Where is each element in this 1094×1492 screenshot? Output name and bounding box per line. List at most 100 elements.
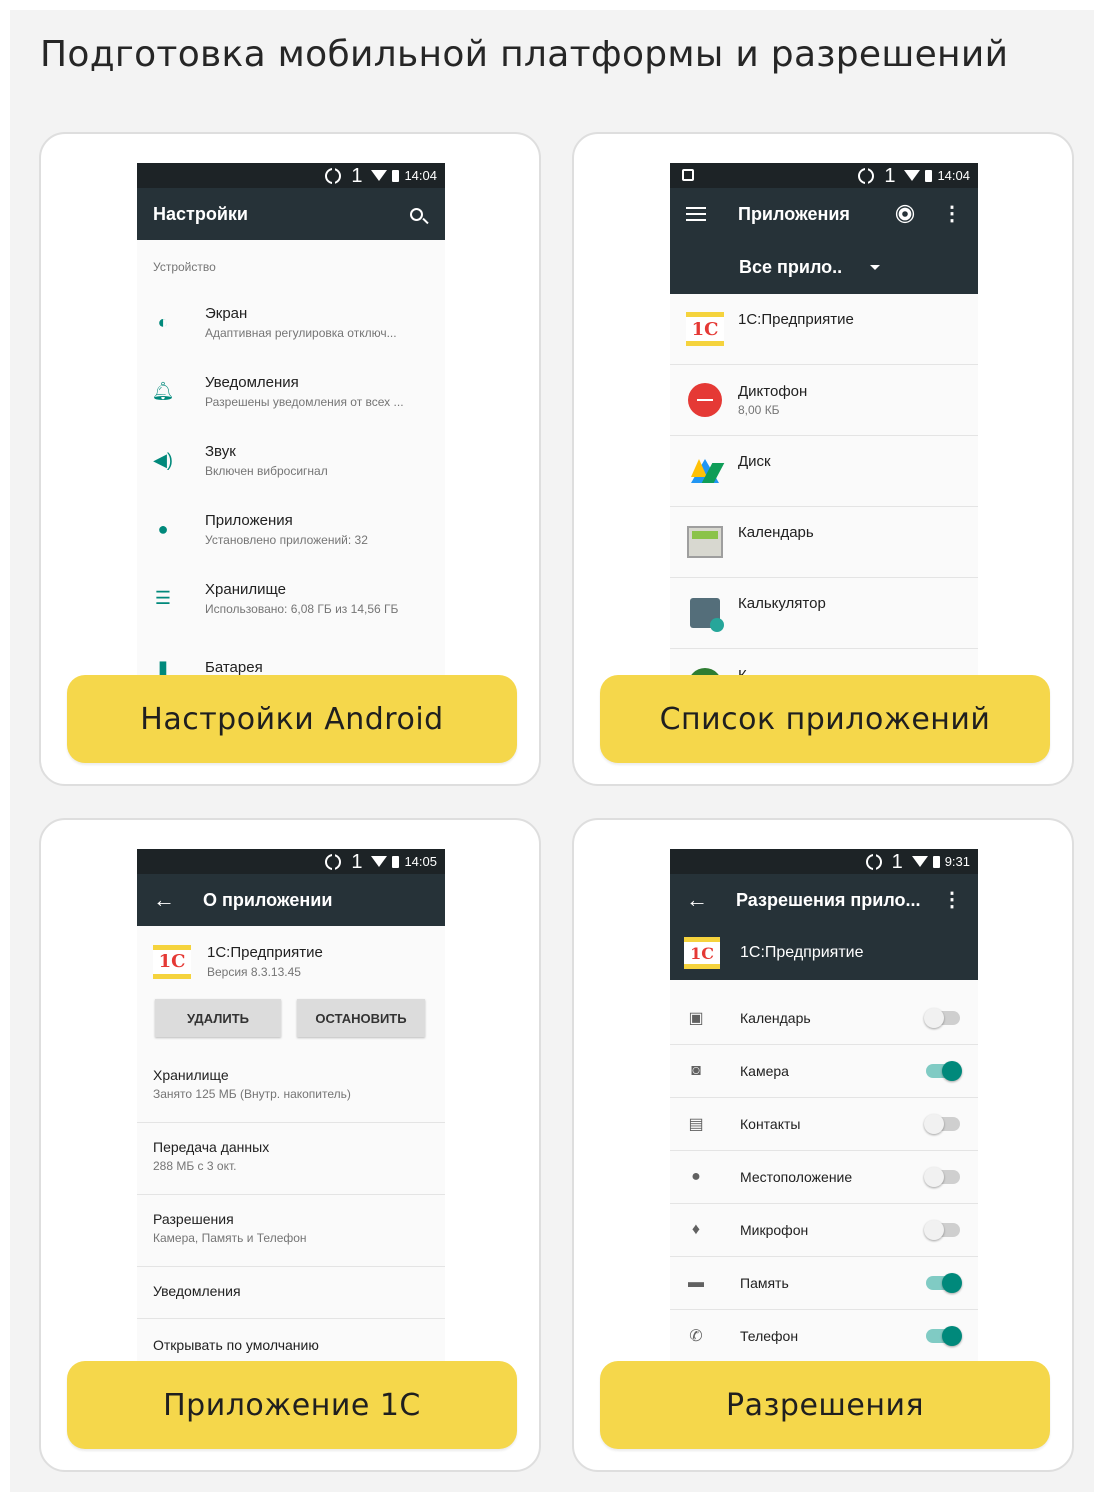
app-item-calendar[interactable]: Календарь	[670, 507, 978, 578]
info-item-open-by-default[interactable]: Открывать по умолчанию	[137, 1319, 445, 1361]
recorder-icon	[688, 383, 722, 417]
gear-icon[interactable]	[898, 207, 912, 221]
brightness-icon: ◐	[157, 312, 169, 332]
app-bar-title: О приложении	[203, 889, 333, 910]
filter-label: Все прило..	[739, 256, 843, 277]
app-icon-slot	[686, 666, 724, 675]
app-item-title: Календарь	[738, 524, 814, 541]
app-item-drive[interactable]: Диск	[670, 436, 978, 507]
settings-item-sound[interactable]: ◀) Звук Включен вибросигнал	[137, 426, 445, 495]
action-buttons: УДАЛИТЬ ОСТАНОВИТЬ	[137, 989, 445, 1051]
battery-icon	[392, 855, 400, 868]
permission-row-camera[interactable]: ◙ Камера	[670, 1045, 978, 1098]
phone-screen-apps: 1 14:04 Приложения ⋮ Все прило.. 1С 1С:П…	[670, 163, 978, 675]
app-item-title: 1С:Предприятие	[738, 311, 854, 328]
settings-item-battery[interactable]: ▮ Батарея	[137, 633, 445, 675]
app-item-title: Калькулятор	[738, 595, 826, 612]
sim-indicator: 1	[351, 850, 363, 873]
back-arrow-icon[interactable]: ←	[153, 887, 175, 913]
sync-icon	[865, 853, 882, 871]
settings-item-subtitle: Установлено приложений: 32	[205, 533, 368, 547]
battery-icon	[925, 169, 933, 182]
status-bar: 1 14:04	[137, 163, 445, 188]
microphone-icon: ♦	[691, 1221, 701, 1238]
settings-item-subtitle: Включен вибросигнал	[205, 464, 328, 478]
drive-icon	[691, 459, 719, 483]
permission-row-calendar[interactable]: ▣ Календарь	[670, 992, 978, 1045]
permission-toggle[interactable]	[924, 1220, 960, 1240]
uninstall-button[interactable]: УДАЛИТЬ	[155, 999, 281, 1037]
more-vert-icon[interactable]: ⋮	[942, 204, 962, 224]
status-bar: 1 14:05	[137, 849, 445, 874]
onec-logo-icon: 1С	[686, 312, 724, 346]
phone-icon: ✆	[689, 1328, 703, 1345]
android-icon: ●	[157, 519, 169, 539]
app-item-partial[interactable]: К...	[670, 649, 978, 675]
app-version: Версия 8.3.13.45	[207, 965, 301, 979]
calculator-icon	[690, 598, 724, 632]
permission-toggle[interactable]	[926, 1326, 962, 1346]
calendar-icon: ▣	[688, 1010, 704, 1027]
settings-item-storage[interactable]: ☰ Хранилище Использовано: 6,08 ГБ из 14,5…	[137, 564, 445, 633]
caption-app-info: Приложение 1С	[67, 1361, 517, 1449]
section-header: Устройство	[153, 260, 216, 274]
info-item-title: Хранилище	[153, 1067, 229, 1083]
settings-item-notifications[interactable]: 🔔︎ Уведомления Разрешены уведомления от в…	[137, 357, 445, 426]
permission-row-microphone[interactable]: ♦ Микрофон	[670, 1204, 978, 1257]
app-icon-slot	[686, 381, 724, 419]
camera-icon: ◙	[691, 1062, 701, 1079]
sim-indicator: 1	[891, 850, 903, 873]
image-notification-icon	[682, 169, 694, 181]
info-item-storage[interactable]: Хранилище Занято 125 МБ (Внутр. накопите…	[137, 1051, 445, 1123]
volume-icon: ◀)	[153, 450, 173, 470]
more-vert-icon[interactable]: ⋮	[942, 890, 962, 910]
settings-item-title: Экран	[205, 305, 248, 322]
settings-item-title: Батарея	[205, 659, 263, 675]
permission-row-contacts[interactable]: ▤ Контакты	[670, 1098, 978, 1151]
app-item-calculator[interactable]: Калькулятор	[670, 578, 978, 649]
force-stop-button[interactable]: ОСТАНОВИТЬ	[297, 999, 425, 1037]
card-permissions: 1 9:31 ← Разрешения прило... ⋮ 1С 1С:Пре…	[572, 818, 1074, 1472]
settings-item-title: Приложения	[205, 512, 293, 529]
search-icon[interactable]	[410, 207, 423, 221]
settings-item-display[interactable]: ◐ Экран Адаптивная регулировка отключ...	[137, 288, 445, 357]
sync-icon	[858, 167, 875, 185]
settings-item-title: Хранилище	[205, 581, 286, 598]
permission-row-storage[interactable]: ▬ Память	[670, 1257, 978, 1310]
app-bar-title: Настройки	[153, 203, 248, 224]
info-item-notifications[interactable]: Уведомления	[137, 1267, 445, 1319]
permissions-app-header: 1С 1С:Предприятие	[670, 926, 978, 980]
permission-row-location[interactable]: ● Местоположение	[670, 1151, 978, 1204]
card-app-info: 1 14:05 ← О приложении 1С 1С:Предприятие…	[39, 818, 541, 1472]
permission-toggle[interactable]	[924, 1114, 960, 1134]
permission-toggle[interactable]	[926, 1061, 962, 1081]
app-filter-dropdown[interactable]: Все прило..	[670, 240, 978, 294]
calendar-app-icon	[687, 526, 723, 558]
info-item-data-usage[interactable]: Передача данных 288 МБ с 3 окт.	[137, 1123, 445, 1195]
info-item-permissions[interactable]: Разрешения Камера, Память и Телефон	[137, 1195, 445, 1267]
permission-toggle[interactable]	[924, 1008, 960, 1028]
permission-toggle[interactable]	[924, 1167, 960, 1187]
app-bar-title: Приложения	[738, 203, 850, 224]
battery-icon: ▮	[158, 657, 168, 675]
status-time: 14:04	[937, 168, 970, 183]
app-item-1c[interactable]: 1С 1С:Предприятие	[670, 294, 978, 365]
status-time: 14:05	[404, 854, 437, 869]
hamburger-menu-icon[interactable]	[686, 207, 706, 221]
app-icon-slot: 1С	[686, 310, 724, 348]
settings-item-apps[interactable]: ● Приложения Установлено приложений: 32	[137, 495, 445, 564]
permission-toggle[interactable]	[926, 1273, 962, 1293]
info-item-title: Открывать по умолчанию	[153, 1337, 319, 1353]
app-item-recorder[interactable]: Диктофон 8,00 КБ	[670, 365, 978, 436]
permission-label: Местоположение	[740, 1169, 853, 1185]
wifi-icon	[904, 170, 921, 181]
caption-permissions: Разрешения	[600, 1361, 1050, 1449]
app-bar: Приложения ⋮	[670, 188, 978, 240]
settings-item-title: Уведомления	[205, 374, 299, 391]
app-bar: ← О приложении	[137, 874, 445, 926]
sim-indicator: 1	[351, 164, 363, 187]
phone-screen-app-info: 1 14:05 ← О приложении 1С 1С:Предприятие…	[137, 849, 445, 1361]
permission-row-phone[interactable]: ✆ Телефон	[670, 1310, 978, 1361]
back-arrow-icon[interactable]: ←	[686, 887, 708, 913]
app-name: 1С:Предприятие	[740, 944, 864, 961]
